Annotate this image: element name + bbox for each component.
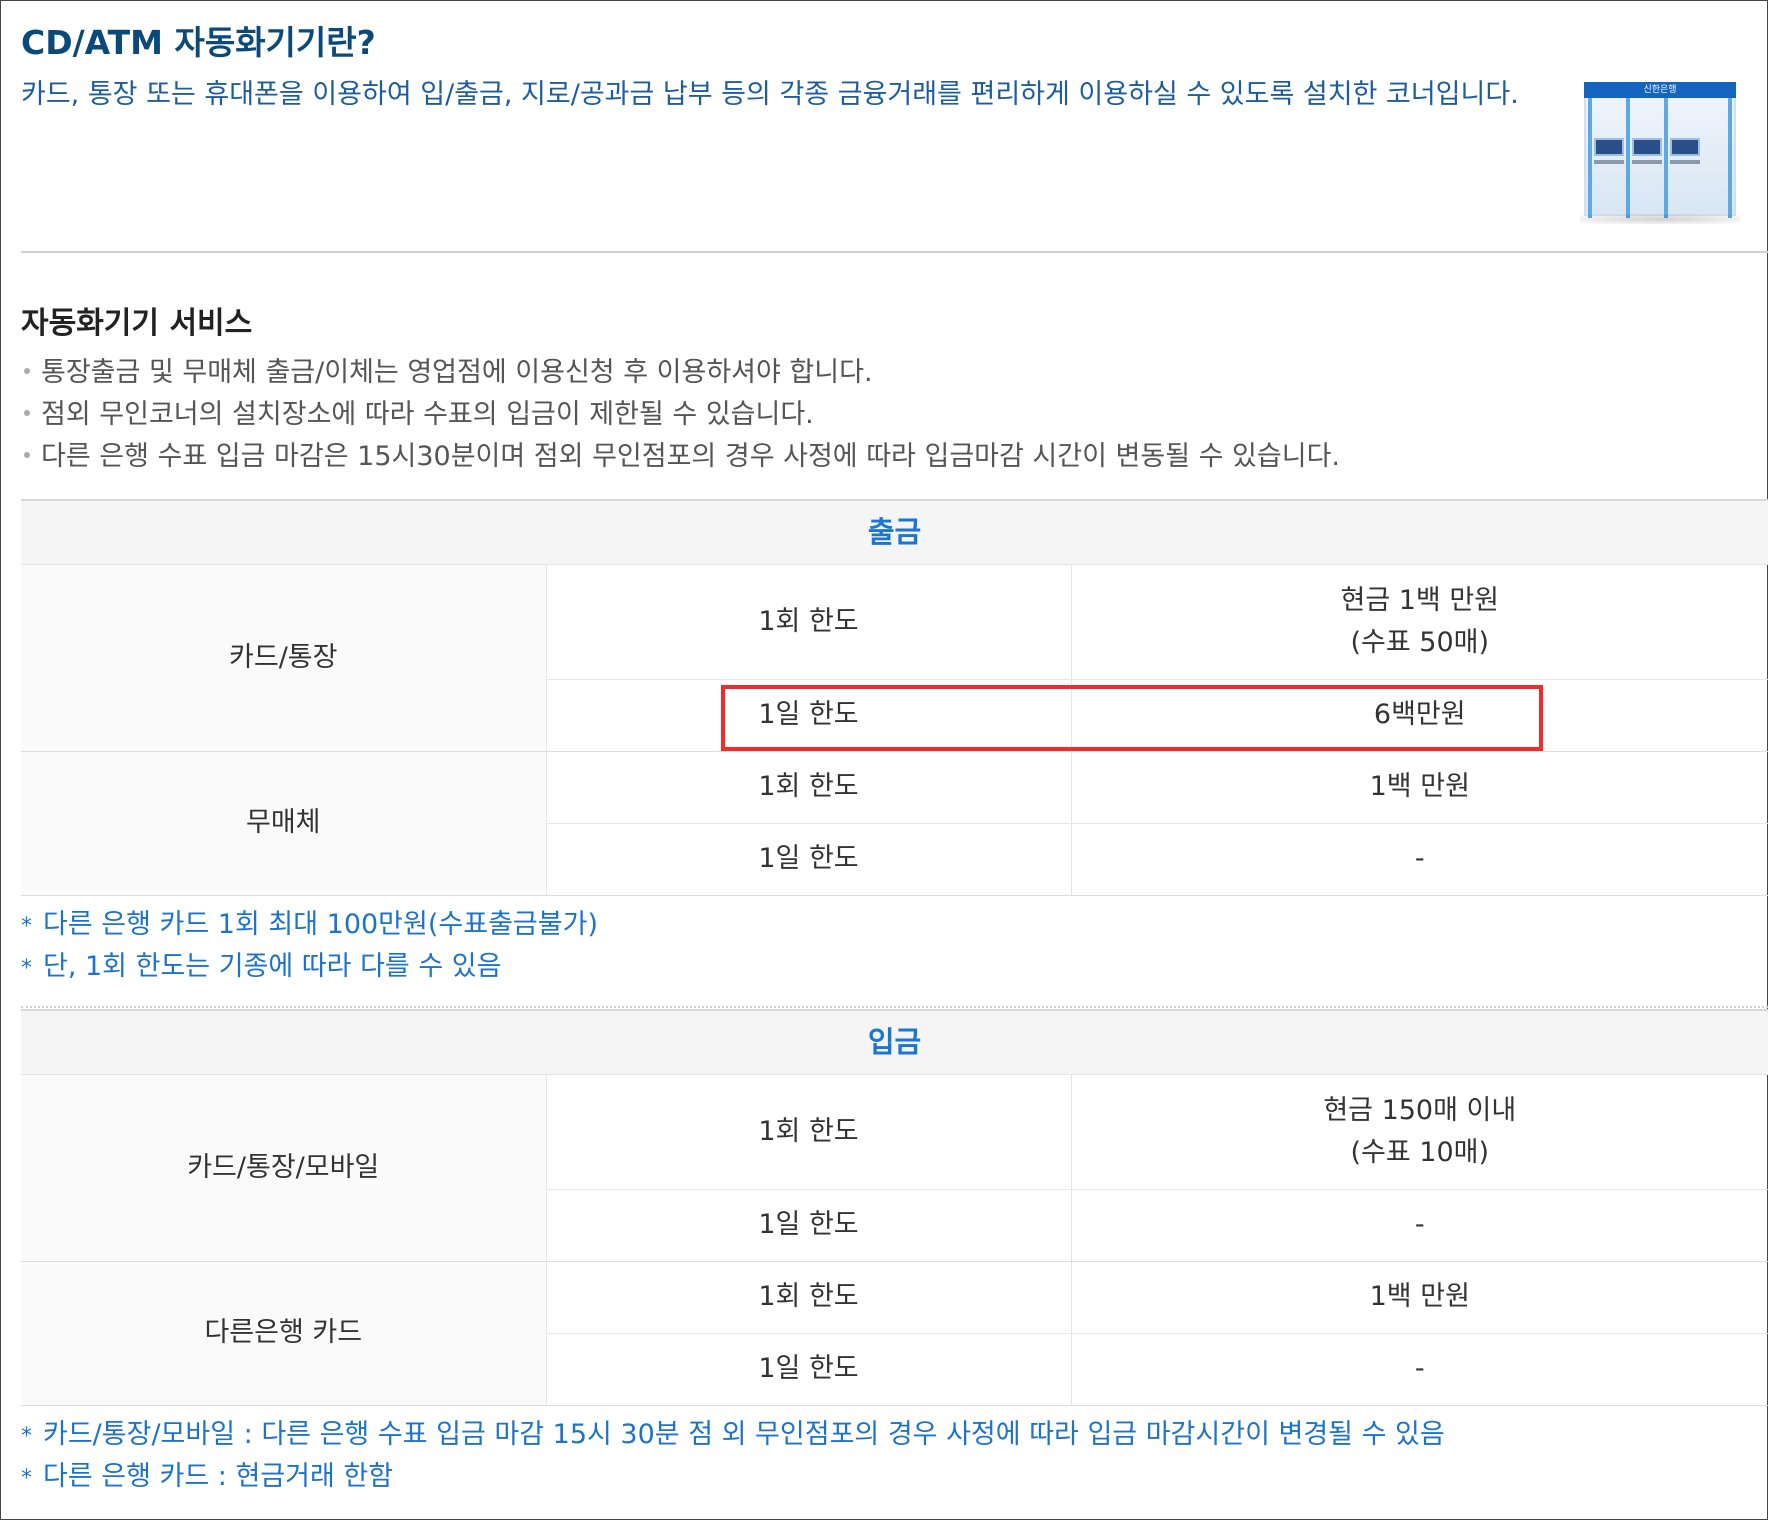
deposit-header: 입금 [21,1009,1768,1075]
atm-sign: 신한은행 [1584,82,1736,98]
intro-description: 카드, 통장 또는 휴대폰을 이용하여 입/출금, 지로/공과금 납부 등의 각… [21,79,1519,110]
table-row: 무매체 1회 한도 1백 만원 [21,751,1768,896]
limit-value-line: (수표 50매) [1350,626,1490,658]
asterisk-icon: * [21,956,32,981]
atm-illustration: 신한은행 [1580,82,1740,224]
atm-post [1664,98,1668,218]
service-bullet: 점외 무인코너의 설치장소에 따라 수표의 입금이 제한될 수 있습니다. [21,394,1340,436]
note-item: * 다른 은행 카드 1회 최대 100만원(수표출금불가) [21,904,598,946]
deposit-header-row: 입금 [21,1009,1768,1075]
withdraw-notes: * 다른 은행 카드 1회 최대 100만원(수표출금불가) * 단, 1회 한도는… [21,904,598,988]
service-bullet: 다른 은행 수표 입금 마감은 15시30분이며 점외 무인점포의 경우 사정에… [21,436,1340,478]
atm-body [1584,98,1736,216]
limit-value-line: 현금 150매 이내 [1323,1094,1517,1126]
deposit-notes: * 카드/통장/모바일 : 다른 은행 수표 입금 마감 15시 30분 점 외 … [21,1414,1445,1498]
section-divider [21,1006,1768,1008]
service-bullet-list: 통장출금 및 무매체 출금/이체는 영업점에 이용신청 후 이용하셔야 합니다.… [21,352,1340,478]
limit-value: 현금 150매 이내 (수표 10매) [1070,1074,1768,1190]
atm-post [1588,98,1592,218]
deposit-table: 입금 카드/통장/모바일 1회 한도 현금 150매 이내 (수표 10매) 1… [21,1009,1768,1406]
service-bullet: 통장출금 및 무매체 출금/이체는 영업점에 이용신청 후 이용하셔야 합니다. [21,352,1340,394]
limit-value: - [1070,1189,1768,1262]
note-item: * 카드/통장/모바일 : 다른 은행 수표 입금 마감 15시 30분 점 외 … [21,1414,1445,1456]
asterisk-icon: * [21,1424,32,1449]
atm-screen [1594,138,1624,156]
limit-label: 1일 한도 [545,1333,1071,1406]
limit-label: 1회 한도 [545,1074,1071,1190]
limit-value: - [1070,823,1768,896]
table-row: 카드/통장 1회 한도 현금 1백 만원 (수표 50매) [21,564,1768,752]
note-item: * 다른 은행 카드 : 현금거래 한함 [21,1456,1445,1498]
limit-label: 1일 한도 [545,823,1071,896]
table-row: 카드/통장/모바일 1회 한도 현금 150매 이내 (수표 10매) [21,1074,1768,1262]
atm-slot [1632,160,1662,164]
atm-post [1728,98,1732,218]
atm-shadow [1580,214,1740,224]
atm-screen [1632,138,1662,156]
atm-screen [1670,138,1700,156]
atm-slot [1594,160,1624,164]
limit-label: 1회 한도 [545,1261,1071,1334]
note-text: 단, 1회 한도는 기종에 따라 다를 수 있음 [43,951,502,982]
withdraw-header: 출금 [21,499,1768,565]
deposit-group-label: 카드/통장/모바일 [21,1074,546,1262]
limit-value: - [1070,1333,1768,1406]
service-title: 자동화기기 서비스 [21,306,253,341]
intro-section: CD/ATM 자동화기기란? 카드, 통장 또는 휴대폰을 이용하여 입/출금,… [21,0,1768,252]
asterisk-icon: * [21,1466,32,1491]
withdraw-group-label: 무매체 [21,751,546,896]
limit-label: 1회 한도 [545,564,1071,680]
deposit-group-label: 다른은행 카드 [21,1261,546,1406]
note-item: * 단, 1회 한도는 기종에 따라 다를 수 있음 [21,946,598,988]
page-title: CD/ATM 자동화기기란? [21,23,376,62]
limit-value: 1백 만원 [1070,1261,1768,1334]
asterisk-icon: * [21,914,32,939]
limit-label: 1회 한도 [545,751,1071,824]
highlight-box [721,685,1543,751]
atm-slot [1670,160,1700,164]
limit-value: 1백 만원 [1070,751,1768,824]
limit-value-line: 현금 1백 만원 [1340,584,1500,616]
limit-value-line: (수표 10매) [1350,1136,1490,1168]
note-text: 다른 은행 카드 : 현금거래 한함 [43,1461,394,1492]
table-row: 다른은행 카드 1회 한도 1백 만원 [21,1261,1768,1406]
withdraw-group-label: 카드/통장 [21,564,546,752]
limit-value: 현금 1백 만원 (수표 50매) [1070,564,1768,680]
section-divider [21,251,1768,253]
limit-label: 1일 한도 [545,1189,1071,1262]
atm-post [1626,98,1630,218]
note-text: 카드/통장/모바일 : 다른 은행 수표 입금 마감 15시 30분 점 외 무… [43,1419,1445,1450]
withdraw-header-row: 출금 [21,499,1768,565]
note-text: 다른 은행 카드 1회 최대 100만원(수표출금불가) [43,909,598,940]
